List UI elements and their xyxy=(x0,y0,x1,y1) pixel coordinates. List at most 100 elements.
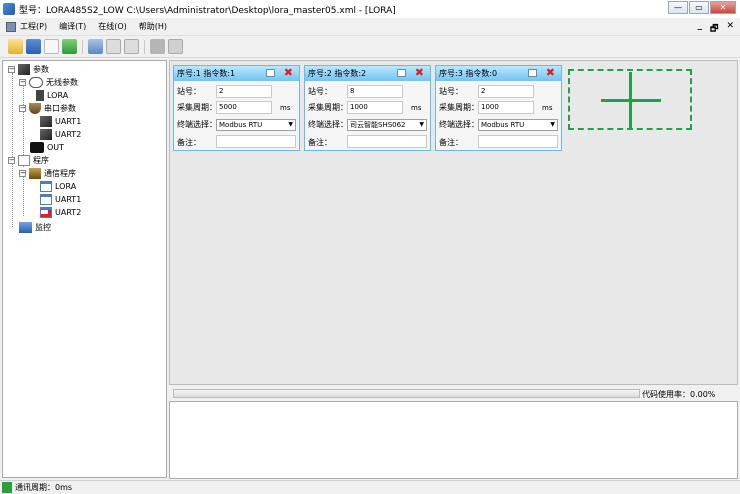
mdi-close-button[interactable]: ✕ xyxy=(726,21,734,37)
remark-field[interactable] xyxy=(216,135,296,148)
tools-icon xyxy=(40,116,52,127)
terminal-value: Modbus RTU xyxy=(219,121,263,129)
new-file-icon[interactable] xyxy=(44,39,59,54)
open-folder-icon[interactable] xyxy=(8,39,23,54)
period-field[interactable]: 1000 xyxy=(478,101,534,114)
remark-label: 备注： xyxy=(439,138,463,147)
export-icon[interactable] xyxy=(124,39,139,54)
tree-node-program[interactable]: − 程序 xyxy=(8,155,49,166)
tree-label: OUT xyxy=(47,143,65,152)
close-button[interactable]: ✕ xyxy=(710,1,736,14)
save-icon[interactable] xyxy=(26,39,41,54)
minimize-button[interactable]: — xyxy=(668,1,688,14)
status-indicator-icon xyxy=(2,482,12,493)
card-title: 序号:2 指令数:2 xyxy=(308,69,367,78)
maximize-button[interactable]: ▭ xyxy=(689,1,709,14)
tree-node-comm-program[interactable]: − 通信程序 xyxy=(19,168,76,179)
plus-icon xyxy=(629,72,632,128)
tree-node-out[interactable]: OUT xyxy=(30,142,64,153)
station-field[interactable]: 2 xyxy=(216,85,272,98)
period-label: 采集周期： xyxy=(177,103,217,112)
document-icon[interactable] xyxy=(6,21,16,32)
document-icon xyxy=(18,155,30,166)
edit-icon[interactable] xyxy=(266,69,275,77)
terminal-label: 终端选择： xyxy=(308,120,348,129)
mdi-controls: _ 🗗 ✕ xyxy=(698,21,735,37)
remark-field[interactable] xyxy=(347,135,427,148)
edit-icon[interactable] xyxy=(528,69,537,77)
mdi-restore-button[interactable]: 🗗 xyxy=(710,21,718,37)
tree-label: UART1 xyxy=(55,117,82,126)
collapse-icon[interactable]: − xyxy=(8,66,15,73)
station-field[interactable]: 8 xyxy=(347,85,403,98)
tree-node-prog-uart1[interactable]: UART1 xyxy=(40,194,81,205)
tree-line xyxy=(12,73,13,227)
mdi-minimize-button[interactable]: _ xyxy=(698,21,703,37)
tree-node-serial[interactable]: − 串口参数 xyxy=(19,103,76,114)
menu-help[interactable]: 帮助(H) xyxy=(139,21,167,32)
station-label: 站号： xyxy=(439,87,463,96)
command-card-3[interactable]: 序号:3 指令数:0 ✖ 站号： 2 采集周期： 1000 ms 终端选择： M… xyxy=(435,65,562,151)
monitor-icon xyxy=(19,222,32,233)
grid-icon[interactable] xyxy=(150,39,165,54)
station-field[interactable]: 2 xyxy=(478,85,534,98)
terminal-value: 司云智能SHS062 xyxy=(350,121,406,129)
remark-field[interactable] xyxy=(478,135,558,148)
period-field[interactable]: 5000 xyxy=(216,101,272,114)
title-bar: 型号：LORA485S2_LOW C:\Users\Administrator\… xyxy=(0,0,740,18)
delete-icon[interactable]: ✖ xyxy=(546,66,555,79)
tree-node-uart1[interactable]: UART1 xyxy=(40,116,81,127)
tree-node-uart2[interactable]: UART2 xyxy=(40,129,81,140)
delete-icon[interactable]: ✖ xyxy=(284,66,293,79)
tree-node-lora[interactable]: LORA xyxy=(36,90,68,101)
menu-online[interactable]: 在线(O) xyxy=(98,21,127,32)
tree-node-monitor[interactable]: 监控 xyxy=(19,222,51,233)
command-area: 序号:1 指令数:1 ✖ 站号： 2 采集周期： 5000 ms 终端选择： M… xyxy=(169,60,738,385)
tree-node-prog-lora[interactable]: LORA xyxy=(40,181,76,192)
terminal-select[interactable]: 司云智能SHS062 ▼ xyxy=(347,119,427,131)
code-usage-label: 代码使用率：0.00% xyxy=(642,390,716,399)
link-icon[interactable] xyxy=(88,39,103,54)
menu-compile[interactable]: 编译(T) xyxy=(59,21,86,32)
window-title: 型号：LORA485S2_LOW C:\Users\Administrator\… xyxy=(19,5,396,16)
add-command-button[interactable] xyxy=(568,69,692,130)
import-icon[interactable] xyxy=(106,39,121,54)
terminal-select[interactable]: Modbus RTU ▼ xyxy=(478,119,558,131)
command-card-1[interactable]: 序号:1 指令数:1 ✖ 站号： 2 采集周期： 5000 ms 终端选择： M… xyxy=(173,65,300,151)
card-header: 序号:3 指令数:0 ✖ xyxy=(436,66,561,81)
tree-label: UART2 xyxy=(55,130,82,139)
toolbar xyxy=(0,36,740,58)
plug-icon xyxy=(29,103,41,114)
period-label: 采集周期： xyxy=(439,103,479,112)
output-log[interactable] xyxy=(169,401,738,479)
tools-icon xyxy=(40,129,52,140)
tools-icon xyxy=(18,64,30,75)
collapse-icon[interactable]: − xyxy=(19,79,26,86)
terminal-label: 终端选择： xyxy=(439,120,479,129)
collapse-icon[interactable]: − xyxy=(19,170,26,177)
period-field[interactable]: 1000 xyxy=(347,101,403,114)
menu-project[interactable]: 工程(P) xyxy=(20,21,47,32)
remark-label: 备注： xyxy=(308,138,332,147)
command-card-2[interactable]: 序号:2 指令数:2 ✖ 站号： 8 采集周期： 1000 ms 终端选择： 司… xyxy=(304,65,431,151)
card-header: 序号:1 指令数:1 ✖ xyxy=(174,66,299,81)
dropdown-arrow-icon: ▼ xyxy=(288,121,293,128)
tree-label: 参数 xyxy=(33,65,49,74)
edit-icon[interactable] xyxy=(397,69,406,77)
tree-node-wireless[interactable]: − 无线参数 xyxy=(19,77,78,88)
download-icon[interactable] xyxy=(62,39,77,54)
station-label: 站号： xyxy=(177,87,201,96)
tree-node-params[interactable]: − 参数 xyxy=(8,64,49,75)
period-label: 采集周期： xyxy=(308,103,348,112)
collapse-icon[interactable]: − xyxy=(19,105,26,112)
delete-icon[interactable]: ✖ xyxy=(415,66,424,79)
stop-icon[interactable] xyxy=(168,39,183,54)
window-error-icon xyxy=(40,207,52,218)
status-text: 通讯周期：0ms xyxy=(15,483,73,492)
wireless-icon xyxy=(29,77,43,88)
collapse-icon[interactable]: − xyxy=(8,157,15,164)
tree-label: 无线参数 xyxy=(46,78,78,87)
terminal-select[interactable]: Modbus RTU ▼ xyxy=(216,119,296,131)
tree-label: 程序 xyxy=(33,156,49,165)
tree-node-prog-uart2[interactable]: UART2 xyxy=(40,207,81,218)
